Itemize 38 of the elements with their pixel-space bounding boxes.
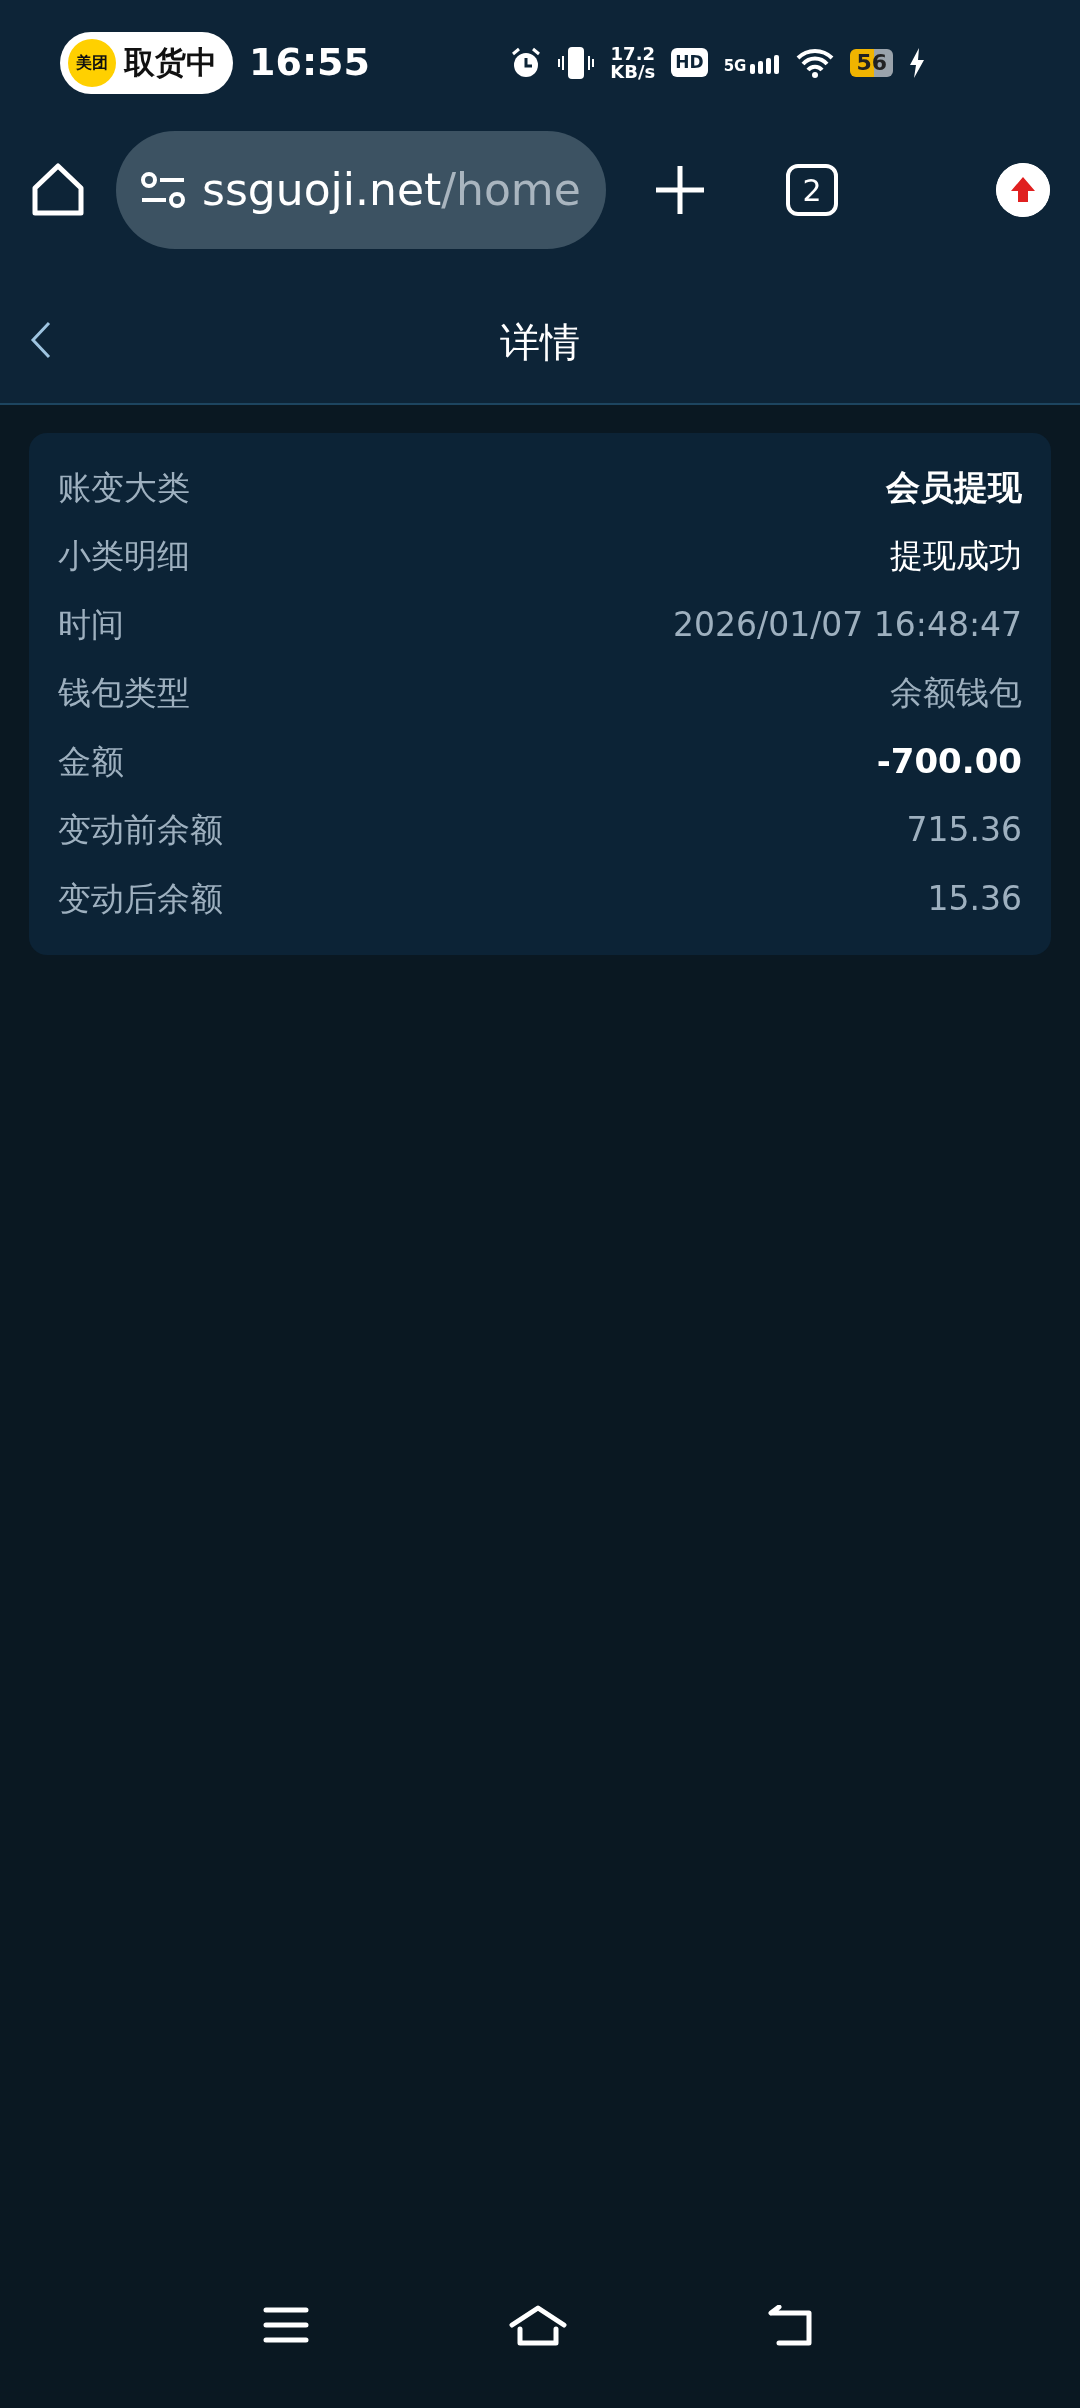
field-label: 小类明细 (58, 535, 190, 577)
back-icon[interactable] (30, 320, 52, 360)
site-settings-icon[interactable] (140, 170, 186, 210)
alarm-icon (510, 46, 543, 79)
field-label: 变动前余额 (58, 809, 223, 851)
app-status-pill[interactable]: 美团 取货中 (60, 31, 233, 94)
field-label: 变动后余额 (58, 877, 223, 920)
field-value: 715.36 (906, 809, 1022, 851)
field-value: 会员提现 (886, 465, 1022, 509)
field-value: 2026/01/07 16:48:47 (673, 603, 1022, 646)
charging-icon (909, 47, 925, 78)
new-tab-icon[interactable] (654, 164, 706, 216)
menu-icon[interactable] (263, 2305, 309, 2345)
url-path: /home (441, 163, 581, 217)
home-icon[interactable] (30, 162, 86, 218)
hd-badge: HD (671, 47, 708, 78)
url-host: ssguoji.net (202, 163, 442, 217)
network-type: 5G (723, 58, 747, 74)
home-icon[interactable] (509, 2305, 567, 2349)
tab-count-button[interactable]: 2 (786, 164, 838, 216)
app-badge: 美团 (68, 38, 116, 87)
wifi-icon (796, 47, 835, 78)
page-title: 详情 (500, 317, 580, 367)
net-speed: 17.2 (610, 44, 656, 63)
field-value: 提现成功 (890, 535, 1022, 577)
field-label: 账变大类 (58, 466, 190, 509)
address-bar[interactable]: ssguoji.net/home (116, 131, 606, 249)
clock: 16:55 (249, 39, 370, 86)
field-value: -700.00 (876, 739, 1022, 783)
field-value: 15.36 (927, 877, 1022, 920)
field-value: 余额钱包 (890, 672, 1022, 714)
field-label: 时间 (58, 603, 124, 646)
field-label: 钱包类型 (58, 672, 190, 714)
field-label: 金额 (58, 740, 124, 783)
vibrate-icon (558, 45, 595, 80)
upload-arrow-icon[interactable] (996, 163, 1050, 217)
net-speed-unit: KB/s (610, 62, 656, 81)
app-status: 取货中 (124, 43, 217, 83)
